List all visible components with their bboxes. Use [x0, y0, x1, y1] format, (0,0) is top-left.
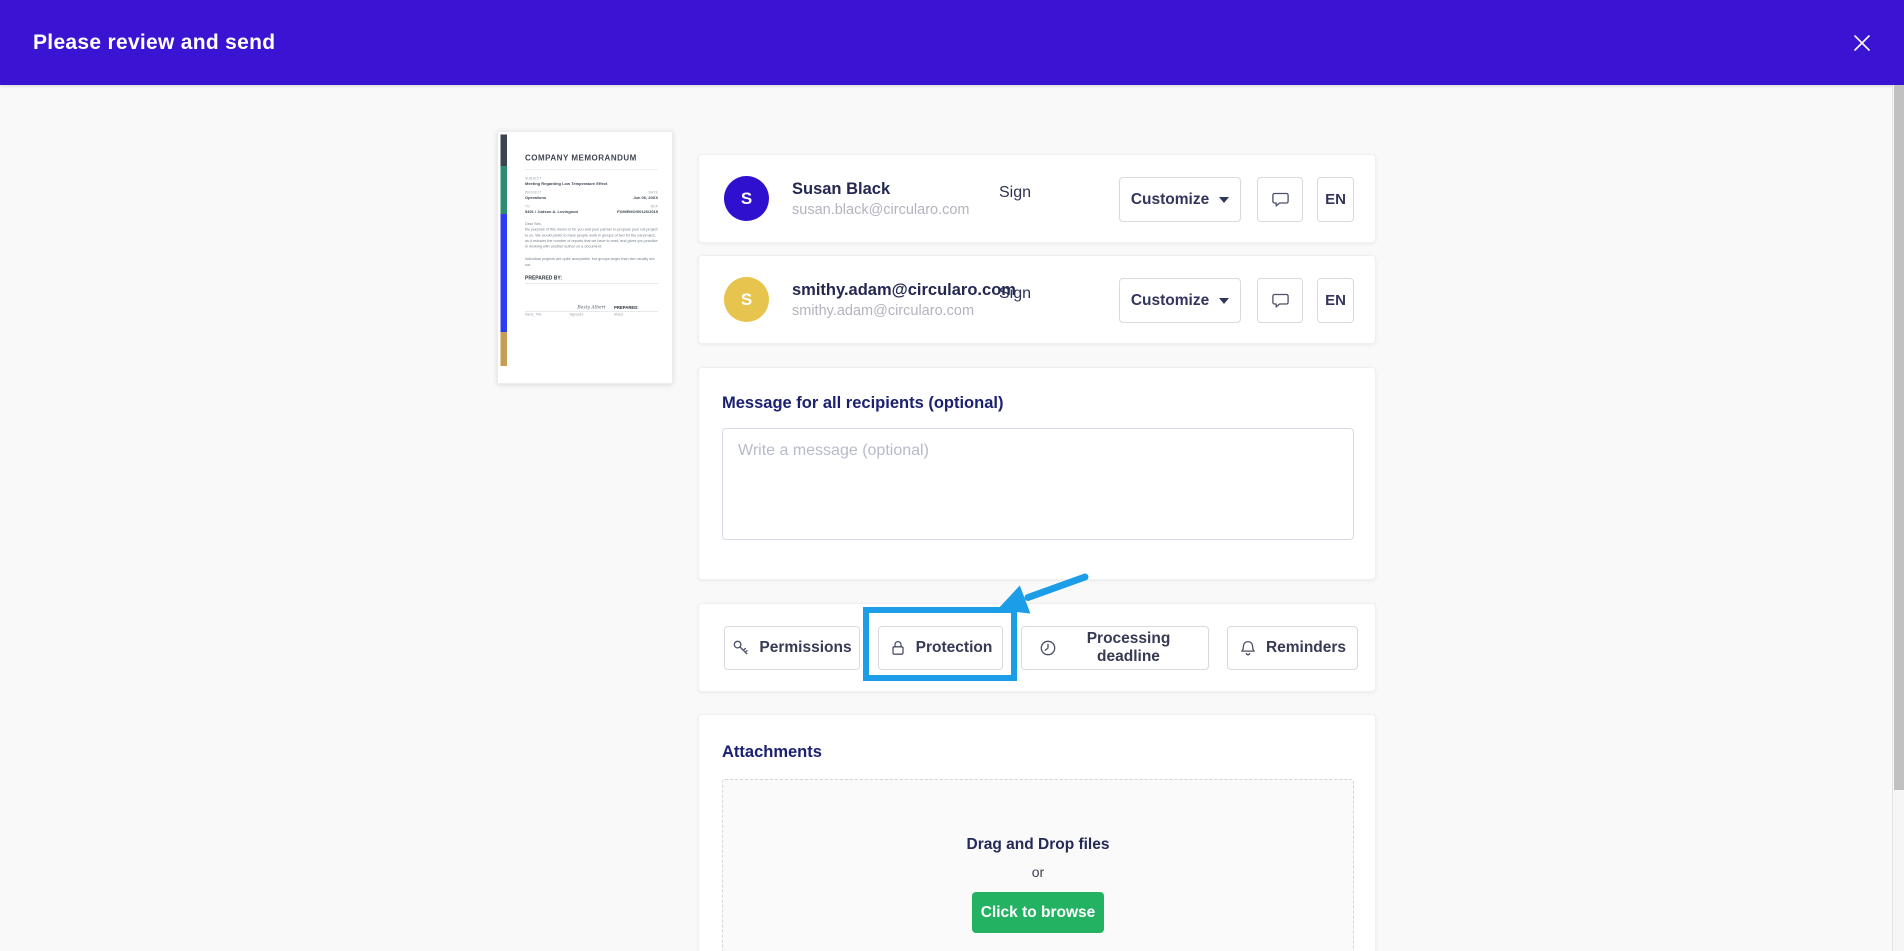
recipient-role: Sign — [999, 285, 1031, 303]
recipient-name: smithy.adam@circularo.com — [792, 280, 1002, 301]
chevron-down-icon — [1219, 298, 1229, 304]
memo-ref: FX/MEMO/00126/2019 — [617, 210, 658, 215]
options-section: Permissions Protection Processing deadli… — [698, 603, 1376, 692]
message-heading: Message for all recipients (optional) — [722, 394, 1352, 413]
processing-deadline-label: Processing deadline — [1066, 630, 1191, 666]
browse-button[interactable]: Click to browse — [972, 892, 1104, 933]
attachments-heading: Attachments — [722, 743, 1352, 762]
memo-project: Operations — [525, 196, 546, 201]
memo-body1: the purpose of this memo is for you and … — [525, 227, 658, 248]
customize-button[interactable]: Customize — [1119, 278, 1241, 323]
memo-status-label: Status — [614, 313, 658, 317]
processing-deadline-button[interactable]: Processing deadline — [1021, 626, 1209, 670]
memo-ref-label: REF — [617, 205, 658, 209]
customize-button[interactable]: Customize — [1119, 177, 1241, 222]
memo-prepared-label: PREPARED: — [614, 305, 658, 310]
permissions-label: Permissions — [759, 639, 851, 657]
memo-to: 5401 / Judson A. Lovingood — [525, 210, 578, 215]
scrollbar[interactable] — [1892, 85, 1904, 951]
avatar: S — [724, 176, 769, 221]
document-thumbnail[interactable]: COMPANY MEMORANDUM SUBJECT Meeting Regar… — [497, 131, 673, 384]
message-section: Message for all recipients (optional) — [698, 367, 1376, 580]
memo-name-title-label: Name_Title — [525, 313, 569, 317]
recipient-name: Susan Black — [792, 179, 1002, 200]
recipient-card: S smithy.adam@circularo.com smithy.adam@… — [698, 255, 1376, 344]
language-button[interactable]: EN — [1317, 177, 1354, 222]
dropzone[interactable]: Drag and Drop files or Click to browse — [722, 779, 1354, 951]
bell-icon — [1239, 639, 1257, 657]
memo-subject: Meeting Regarding Low Temperature Effect — [525, 182, 658, 187]
recipient-role: Sign — [999, 184, 1031, 202]
attachments-section: Attachments Drag and Drop files or Click… — [698, 714, 1376, 951]
dropzone-title: Drag and Drop files — [967, 836, 1110, 854]
memo-page: COMPANY MEMORANDUM SUBJECT Meeting Regar… — [498, 132, 673, 384]
comment-button[interactable] — [1257, 177, 1303, 222]
lock-icon — [889, 639, 907, 657]
permissions-button[interactable]: Permissions — [724, 626, 860, 670]
scrollbar-thumb[interactable] — [1894, 85, 1904, 790]
customize-label: Customize — [1131, 292, 1209, 310]
recipient-card: S Susan Black susan.black@circularo.com … — [698, 154, 1376, 243]
memo-date-label: DATE — [633, 191, 658, 195]
memo-color-ribbon — [501, 135, 508, 376]
modal-header: Please review and send — [0, 0, 1904, 85]
memo-salutation: Dear Sirs, — [525, 222, 542, 227]
key-icon — [732, 639, 750, 657]
avatar: S — [724, 277, 769, 322]
memo-signature-label: Signature — [570, 313, 614, 317]
page-title: Please review and send — [33, 31, 275, 55]
recipient-email: susan.black@circularo.com — [792, 202, 1002, 218]
chevron-down-icon — [1219, 197, 1229, 203]
close-button[interactable] — [1846, 27, 1878, 59]
comment-icon — [1271, 291, 1290, 310]
memo-date: Jun 06, 20XX — [633, 196, 658, 201]
language-button[interactable]: EN — [1317, 278, 1354, 323]
memo-title: COMPANY MEMORANDUM — [525, 154, 658, 163]
protection-label: Protection — [916, 639, 993, 657]
clock-icon — [1039, 639, 1057, 657]
comment-button[interactable] — [1257, 278, 1303, 323]
protection-button[interactable]: Protection — [878, 626, 1003, 670]
reminders-label: Reminders — [1266, 639, 1346, 657]
memo-project-label: PROJECT — [525, 191, 546, 195]
message-textarea[interactable] — [722, 428, 1354, 540]
memo-signature-script: Besty Albert — [570, 305, 614, 310]
customize-label: Customize — [1131, 191, 1209, 209]
memo-prepared-by: PREPARED BY: — [525, 275, 658, 281]
recipient-email: smithy.adam@circularo.com — [792, 303, 1002, 319]
close-icon — [1851, 32, 1873, 54]
comment-icon — [1271, 190, 1290, 209]
memo-to-label: TO — [525, 205, 578, 209]
dropzone-or: or — [1032, 864, 1044, 880]
memo-subject-label: SUBJECT — [525, 177, 658, 181]
reminders-button[interactable]: Reminders — [1227, 626, 1358, 670]
memo-body2: Individual projects are quite acceptable… — [525, 256, 658, 267]
